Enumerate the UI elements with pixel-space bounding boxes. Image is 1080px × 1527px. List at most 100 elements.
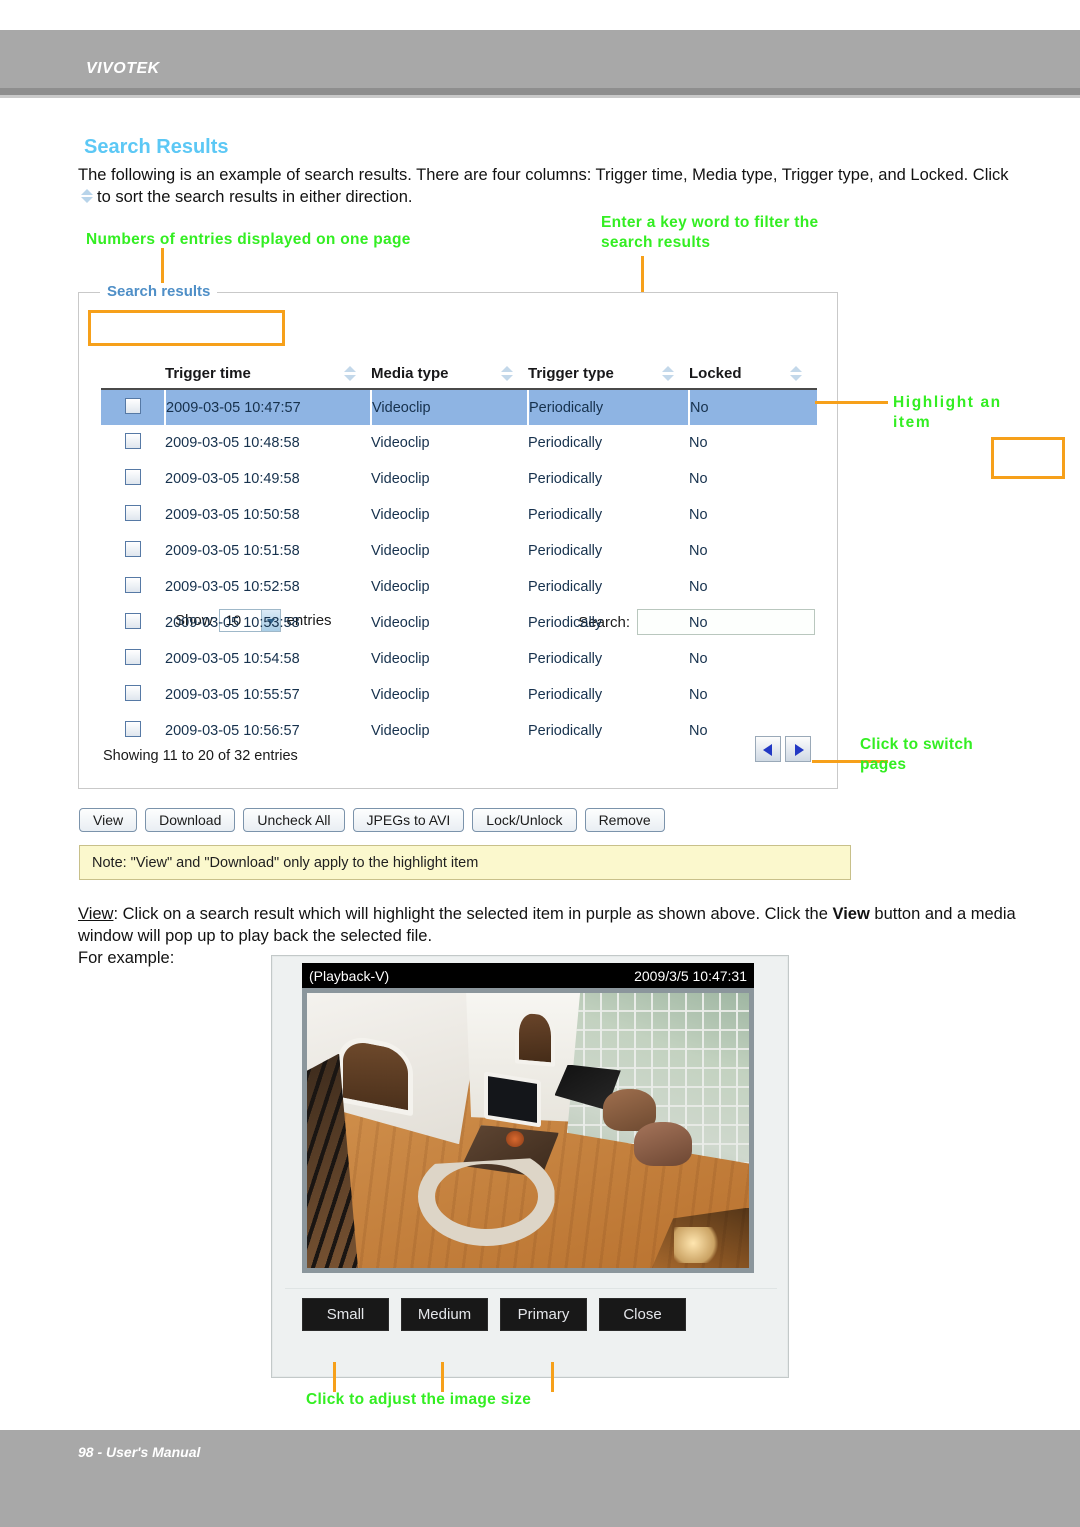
intro-paragraph: The following is an example of search re… xyxy=(78,164,1018,208)
col-trigger-time-label: Trigger time xyxy=(165,365,251,382)
cell-trigger-type: Periodically xyxy=(528,389,690,425)
row-checkbox[interactable] xyxy=(125,613,141,629)
cell-trigger-time: 2009-03-05 10:48:58 xyxy=(165,435,300,451)
col-trigger-time[interactable]: Trigger time xyxy=(165,361,371,390)
row-checkbox-cell[interactable] xyxy=(101,389,166,425)
download-button[interactable]: Download xyxy=(145,808,236,832)
view-button[interactable]: View xyxy=(79,808,138,832)
table-row[interactable]: 2009-03-05 10:55:57 Videoclip Periodically… xyxy=(101,677,817,713)
cell-locked: No xyxy=(689,471,708,487)
row-checkbox[interactable] xyxy=(125,541,141,557)
pagination-controls[interactable] xyxy=(755,736,815,766)
cell-media-type: Videoclip xyxy=(371,687,430,703)
cell-media-type: Videoclip xyxy=(371,723,430,739)
cell-trigger-type: Periodically xyxy=(528,543,603,559)
row-checkbox[interactable] xyxy=(124,397,141,414)
table-row[interactable]: 2009-03-05 10:51:58 Videoclip Periodically… xyxy=(101,533,817,569)
cell-locked: No xyxy=(689,507,708,523)
results-table-head: Trigger time Media type Trigger type Loc… xyxy=(101,361,817,390)
callout-box-pager xyxy=(991,437,1065,479)
player-button-bar: Small Medium Primary Close xyxy=(285,1288,777,1340)
close-button[interactable]: Close xyxy=(599,1298,686,1331)
table-row[interactable]: 2009-03-05 10:54:58 Videoclip Periodically… xyxy=(101,641,817,677)
view-desc-1: : Click on a search result which will hi… xyxy=(113,905,828,923)
row-checkbox[interactable] xyxy=(125,433,141,449)
col-media-type[interactable]: Media type xyxy=(371,361,528,390)
table-row[interactable]: 2009-03-05 10:52:58 Videoclip Periodically… xyxy=(101,569,817,605)
jpegs-to-avi-button[interactable]: JPEGs to AVI xyxy=(352,808,465,832)
row-checkbox[interactable] xyxy=(125,649,141,665)
col-locked[interactable]: Locked xyxy=(689,361,817,390)
row-checkbox[interactable] xyxy=(125,685,141,701)
view-bold: View xyxy=(832,905,870,923)
col-trigger-type[interactable]: Trigger type xyxy=(528,361,689,390)
annotation-switch-pages: Click to switch pages xyxy=(860,736,974,773)
row-checkbox[interactable] xyxy=(125,469,141,485)
header-band xyxy=(0,30,1080,88)
row-checkbox[interactable] xyxy=(125,577,141,593)
next-page-button[interactable] xyxy=(785,736,811,762)
sort-updown-icon[interactable] xyxy=(790,365,803,382)
leader-primary-button xyxy=(551,1362,554,1392)
results-table-wrapper: Trigger time Media type Trigger type Loc… xyxy=(101,361,817,749)
row-checkbox-cell[interactable] xyxy=(101,713,165,749)
prev-page-button[interactable] xyxy=(755,736,781,762)
cell-trigger-time: 2009-03-05 10:53:58 xyxy=(165,615,300,631)
surveillance-scene-living-room xyxy=(307,993,749,1268)
panel-legend: Search results xyxy=(100,283,218,300)
cell-trigger-type: Periodically xyxy=(528,615,603,631)
sort-updown-icon[interactable] xyxy=(662,365,675,382)
row-checkbox-cell[interactable] xyxy=(101,605,165,641)
cell-locked: No xyxy=(689,579,708,595)
cell-trigger-time: 2009-03-05 10:55:57 xyxy=(165,687,300,703)
cell-trigger-time: 2009-03-05 10:47:57 xyxy=(165,389,372,425)
cell-media-type: Videoclip xyxy=(371,651,430,667)
cell-trigger-time: 2009-03-05 10:52:58 xyxy=(165,579,300,595)
table-row[interactable]: 2009-03-05 10:53:58 Videoclip Periodically… xyxy=(101,605,817,641)
remove-button[interactable]: Remove xyxy=(584,808,665,832)
primary-size-button[interactable]: Primary xyxy=(500,1298,587,1331)
medium-size-button[interactable]: Medium xyxy=(401,1298,488,1331)
action-button-row: View Download Uncheck All JPEGs to AVI L… xyxy=(79,808,665,832)
row-checkbox-cell[interactable] xyxy=(101,569,165,605)
scene-centerpiece xyxy=(505,1130,524,1147)
annotation-entries-per-page: Numbers of entries displayed on one page xyxy=(86,231,411,248)
media-player-window: (Playback-V) 2009/3/5 10:47:31 Small Med… xyxy=(271,955,789,1378)
annotation-highlight-item: Highlight an item xyxy=(893,394,1002,431)
video-frame xyxy=(302,988,754,1273)
cell-trigger-time: 2009-03-05 10:54:58 xyxy=(165,651,300,667)
row-checkbox[interactable] xyxy=(125,505,141,521)
cell-media-type: Videoclip xyxy=(371,471,430,487)
cell-trigger-time: 2009-03-05 10:56:57 xyxy=(165,723,300,739)
row-checkbox-cell[interactable] xyxy=(101,641,165,677)
row-checkbox[interactable] xyxy=(125,721,141,737)
sort-updown-icon[interactable] xyxy=(344,365,357,382)
row-checkbox-cell[interactable] xyxy=(101,497,165,533)
lock-unlock-button[interactable]: Lock/Unlock xyxy=(472,808,577,832)
leader-highlight xyxy=(815,401,888,404)
player-timestamp: 2009/3/5 10:47:31 xyxy=(634,967,747,984)
uncheck-all-button[interactable]: Uncheck All xyxy=(243,808,345,832)
table-row[interactable]: 2009-03-05 10:50:58 Videoclip Periodically… xyxy=(101,497,817,533)
annotation-adjust-size: Click to adjust the image size xyxy=(306,1391,532,1408)
cell-locked: No xyxy=(689,543,708,559)
table-row[interactable]: 2009-03-05 10:56:57 Videoclip Periodically… xyxy=(101,713,817,749)
table-row[interactable]: 2009-03-05 10:49:58 Videoclip Periodically… xyxy=(101,461,817,497)
brand-logo: VIVOTEK xyxy=(86,60,160,77)
cell-trigger-type: Periodically xyxy=(528,471,603,487)
cell-trigger-type: Periodically xyxy=(528,723,603,739)
cell-media-type: Videoclip xyxy=(371,615,430,631)
cell-locked: No xyxy=(689,687,708,703)
showing-entries-text: Showing 11 to 20 of 32 entries xyxy=(103,748,298,764)
table-row[interactable]: 2009-03-05 10:47:57 Videoclip Periodically… xyxy=(101,389,817,425)
leader-small-button xyxy=(333,1362,336,1392)
row-checkbox-cell[interactable] xyxy=(101,533,165,569)
row-checkbox-cell[interactable] xyxy=(101,677,165,713)
row-checkbox-cell[interactable] xyxy=(101,425,165,461)
leader-medium-button xyxy=(441,1362,444,1392)
table-row[interactable]: 2009-03-05 10:48:58 Videoclip Periodically… xyxy=(101,425,817,461)
sort-updown-icon[interactable] xyxy=(501,365,514,382)
row-checkbox-cell[interactable] xyxy=(101,461,165,497)
small-size-button[interactable]: Small xyxy=(302,1298,389,1331)
footer-text: 98 - User's Manual xyxy=(78,1444,201,1460)
